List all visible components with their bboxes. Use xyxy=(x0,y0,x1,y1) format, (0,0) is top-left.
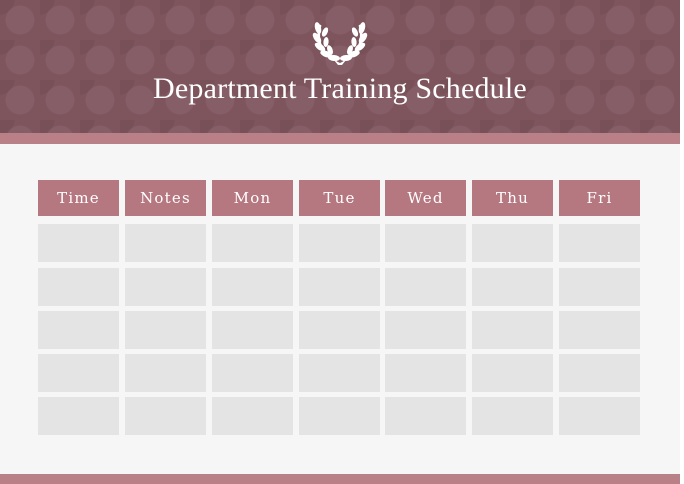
schedule-cell[interactable] xyxy=(299,397,380,435)
laurel-wreath-icon xyxy=(312,22,368,65)
schedule-cell[interactable] xyxy=(212,311,293,349)
schedule-cell[interactable] xyxy=(299,224,380,262)
column-header-wed: Wed xyxy=(385,180,466,216)
schedule-cell[interactable] xyxy=(559,224,640,262)
schedule-cell[interactable] xyxy=(559,311,640,349)
schedule-cell[interactable] xyxy=(385,354,466,392)
schedule-cell[interactable] xyxy=(472,397,553,435)
schedule-cell[interactable] xyxy=(559,268,640,306)
column-header-tue: Tue xyxy=(299,180,380,216)
header-divider xyxy=(0,133,680,144)
schedule-cell[interactable] xyxy=(38,354,119,392)
schedule-cell[interactable] xyxy=(38,397,119,435)
schedule-cell[interactable] xyxy=(38,268,119,306)
schedule-cell[interactable] xyxy=(38,224,119,262)
footer-band xyxy=(0,474,680,484)
schedule-cell[interactable] xyxy=(212,224,293,262)
schedule-cell[interactable] xyxy=(299,268,380,306)
schedule-cell[interactable] xyxy=(299,354,380,392)
schedule-cell[interactable] xyxy=(212,268,293,306)
schedule-cell[interactable] xyxy=(472,224,553,262)
schedule-cell[interactable] xyxy=(472,268,553,306)
schedule-cell[interactable] xyxy=(38,311,119,349)
page-title: Department Training Schedule xyxy=(153,72,527,105)
schedule-cell[interactable] xyxy=(472,354,553,392)
schedule-cell[interactable] xyxy=(125,311,206,349)
column-header-notes: Notes xyxy=(125,180,206,216)
column-header-time: Time xyxy=(38,180,119,216)
schedule-cell[interactable] xyxy=(299,311,380,349)
column-header-fri: Fri xyxy=(559,180,640,216)
schedule-cell[interactable] xyxy=(385,224,466,262)
schedule-cell[interactable] xyxy=(385,268,466,306)
schedule-cell[interactable] xyxy=(125,397,206,435)
page-edge xyxy=(680,0,684,484)
schedule-cell[interactable] xyxy=(212,354,293,392)
schedule-cell[interactable] xyxy=(385,311,466,349)
column-header-thu: Thu xyxy=(472,180,553,216)
schedule-cell[interactable] xyxy=(125,354,206,392)
schedule-cell[interactable] xyxy=(212,397,293,435)
schedule-cell[interactable] xyxy=(559,397,640,435)
schedule-cell[interactable] xyxy=(125,268,206,306)
column-header-mon: Mon xyxy=(212,180,293,216)
schedule-cell[interactable] xyxy=(125,224,206,262)
schedule-cell[interactable] xyxy=(385,397,466,435)
schedule-cell[interactable] xyxy=(559,354,640,392)
schedule-cell[interactable] xyxy=(472,311,553,349)
